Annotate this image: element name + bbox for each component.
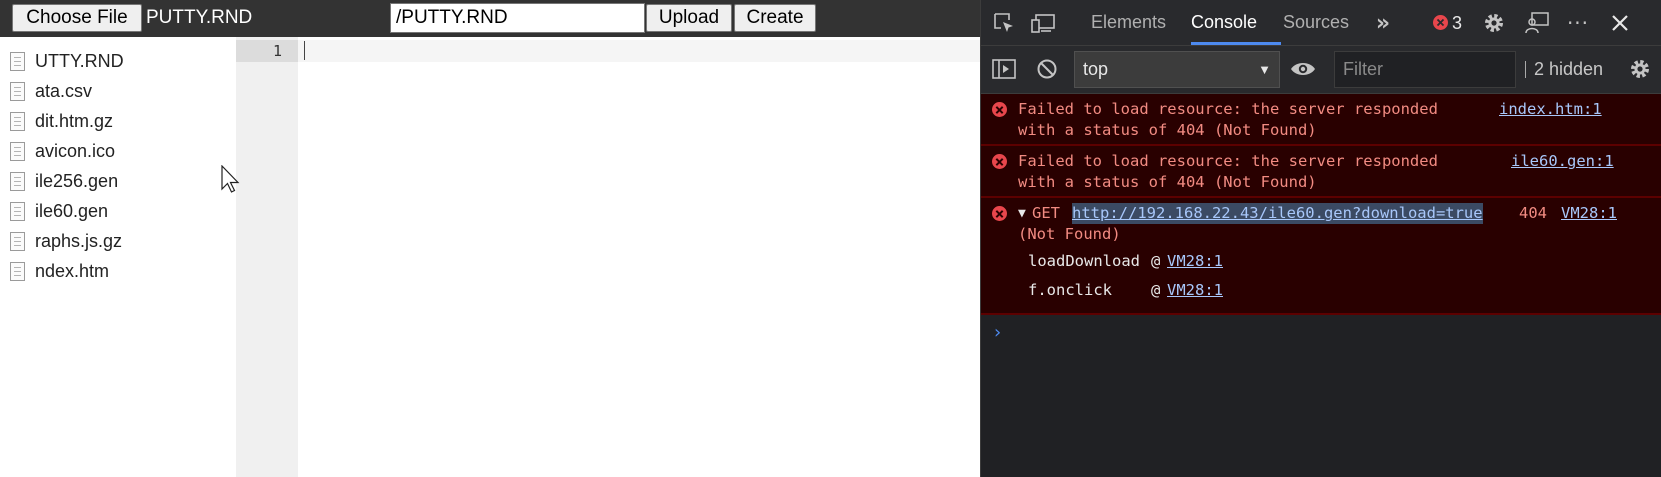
create-button[interactable]: Create <box>734 4 816 32</box>
message-source-link[interactable]: index.htm:1 <box>1499 99 1602 120</box>
console-settings-gear-icon[interactable] <box>1627 56 1653 82</box>
file-name: avicon.ico <box>35 140 116 161</box>
file-list: UTTY.RND ata.csv dit.htm.gz avicon.ico i… <box>0 37 236 477</box>
message-text-line1: Failed to load resource: the server resp… <box>1018 152 1438 170</box>
hidden-messages-count[interactable]: 2 hidden <box>1534 51 1603 88</box>
list-item[interactable]: dit.htm.gz <box>10 107 113 135</box>
console-error-message: Failed to load resource: the server resp… <box>981 146 1661 198</box>
file-name: UTTY.RND <box>35 50 124 71</box>
console-error-message: Failed to load resource: the server resp… <box>981 94 1661 146</box>
file-icon <box>10 231 25 251</box>
tab-console[interactable]: Console <box>1191 0 1257 45</box>
message-source-link[interactable]: VM28:1 <box>1561 203 1617 224</box>
file-icon <box>10 81 25 101</box>
file-icon <box>10 201 25 221</box>
list-item[interactable]: raphs.js.gz <box>10 227 122 255</box>
message-text-line1: Failed to load resource: the server resp… <box>1018 100 1438 118</box>
settings-gear-icon[interactable] <box>1481 10 1507 36</box>
more-tabs-icon[interactable]: » <box>1370 10 1396 36</box>
stack-at-symbol: @ <box>1151 281 1161 299</box>
file-icon <box>10 111 25 131</box>
list-item[interactable]: ile256.gen <box>10 167 118 195</box>
response-status-text: (Not Found) <box>1018 225 1121 243</box>
stack-at-symbol: @ <box>1151 252 1161 270</box>
active-line[interactable] <box>298 40 980 62</box>
show-sidebar-icon[interactable] <box>991 56 1017 82</box>
list-item[interactable]: avicon.ico <box>10 137 115 165</box>
console-network-error: ▼ GET http://192.168.22.43/ile60.gen?dow… <box>981 198 1661 315</box>
context-select[interactable]: top ▼ <box>1074 51 1280 88</box>
file-name: dit.htm.gz <box>35 110 114 131</box>
editor-caret <box>304 41 305 60</box>
tab-sources[interactable]: Sources <box>1283 0 1349 45</box>
request-method: GET <box>1032 204 1060 222</box>
stack-source-link[interactable]: VM28:1 <box>1167 251 1223 272</box>
devtools-tab-bar: Elements Console Sources » 3 ··· <box>981 0 1661 46</box>
mouse-cursor-icon <box>221 165 240 193</box>
message-text-line2: with a status of 404 (Not Found) <box>1018 121 1317 139</box>
error-count[interactable]: 3 <box>1452 10 1462 36</box>
line-number: 1 <box>272 42 282 60</box>
list-item[interactable]: UTTY.RND <box>10 47 124 75</box>
file-icon <box>10 51 25 71</box>
response-status: 404 <box>1519 204 1547 222</box>
selected-file-name: PUTTY.RND <box>146 7 253 28</box>
error-icon <box>992 154 1007 169</box>
console-prompt-icon[interactable]: › <box>992 322 1003 343</box>
divider <box>1525 61 1526 78</box>
file-name: ile256.gen <box>35 170 119 191</box>
error-icon <box>992 206 1007 221</box>
choose-file-button[interactable]: Choose File <box>12 4 142 32</box>
error-count-icon[interactable] <box>1433 15 1448 30</box>
error-icon <box>992 102 1007 117</box>
tab-elements[interactable]: Elements <box>1091 0 1166 45</box>
console-filter-input[interactable] <box>1334 51 1516 88</box>
request-url-link[interactable]: http://192.168.22.43/ile60.gen?download=… <box>1072 203 1483 224</box>
list-item[interactable]: ata.csv <box>10 77 92 105</box>
file-name: ile60.gen <box>35 200 109 221</box>
live-expression-eye-icon[interactable] <box>1289 56 1317 82</box>
close-icon[interactable] <box>1607 10 1633 36</box>
file-icon <box>10 261 25 281</box>
upload-button[interactable]: Upload <box>646 4 732 32</box>
list-item[interactable]: ile60.gen <box>10 197 108 225</box>
upload-path-input[interactable] <box>390 3 645 33</box>
file-name: raphs.js.gz <box>35 230 123 251</box>
console-filter-bar: top ▼ 2 hidden <box>981 46 1661 94</box>
feedback-icon[interactable] <box>1523 10 1551 36</box>
list-item[interactable]: ndex.htm <box>10 257 109 285</box>
more-options-icon[interactable]: ··· <box>1565 10 1591 36</box>
chevron-down-icon: ▼ <box>1258 62 1271 77</box>
devtools-panel: Elements Console Sources » 3 ··· top ▼ F… <box>980 0 1661 477</box>
message-text-line2: with a status of 404 (Not Found) <box>1018 173 1317 191</box>
upload-toolbar: Choose File PUTTY.RND Upload Create <box>0 0 980 37</box>
clear-console-icon[interactable] <box>1034 56 1060 82</box>
active-tab-indicator <box>1191 42 1281 45</box>
file-manager-app: Choose File PUTTY.RND Upload Create UTTY… <box>0 0 980 477</box>
stack-function-name: loadDownload <box>1028 252 1140 270</box>
message-source-link[interactable]: ile60.gen:1 <box>1511 151 1614 172</box>
stack-function-name: f.onclick <box>1028 281 1112 299</box>
stack-source-link[interactable]: VM28:1 <box>1167 280 1223 301</box>
editor-gutter <box>236 37 298 477</box>
context-select-value: top <box>1083 59 1109 79</box>
file-name: ndex.htm <box>35 260 110 281</box>
file-icon <box>10 141 25 161</box>
file-icon <box>10 171 25 191</box>
inspect-element-icon[interactable] <box>991 10 1017 36</box>
expand-toggle-icon[interactable]: ▼ <box>1018 203 1026 224</box>
device-toolbar-icon[interactable] <box>1029 10 1057 36</box>
file-name: ata.csv <box>35 80 93 101</box>
